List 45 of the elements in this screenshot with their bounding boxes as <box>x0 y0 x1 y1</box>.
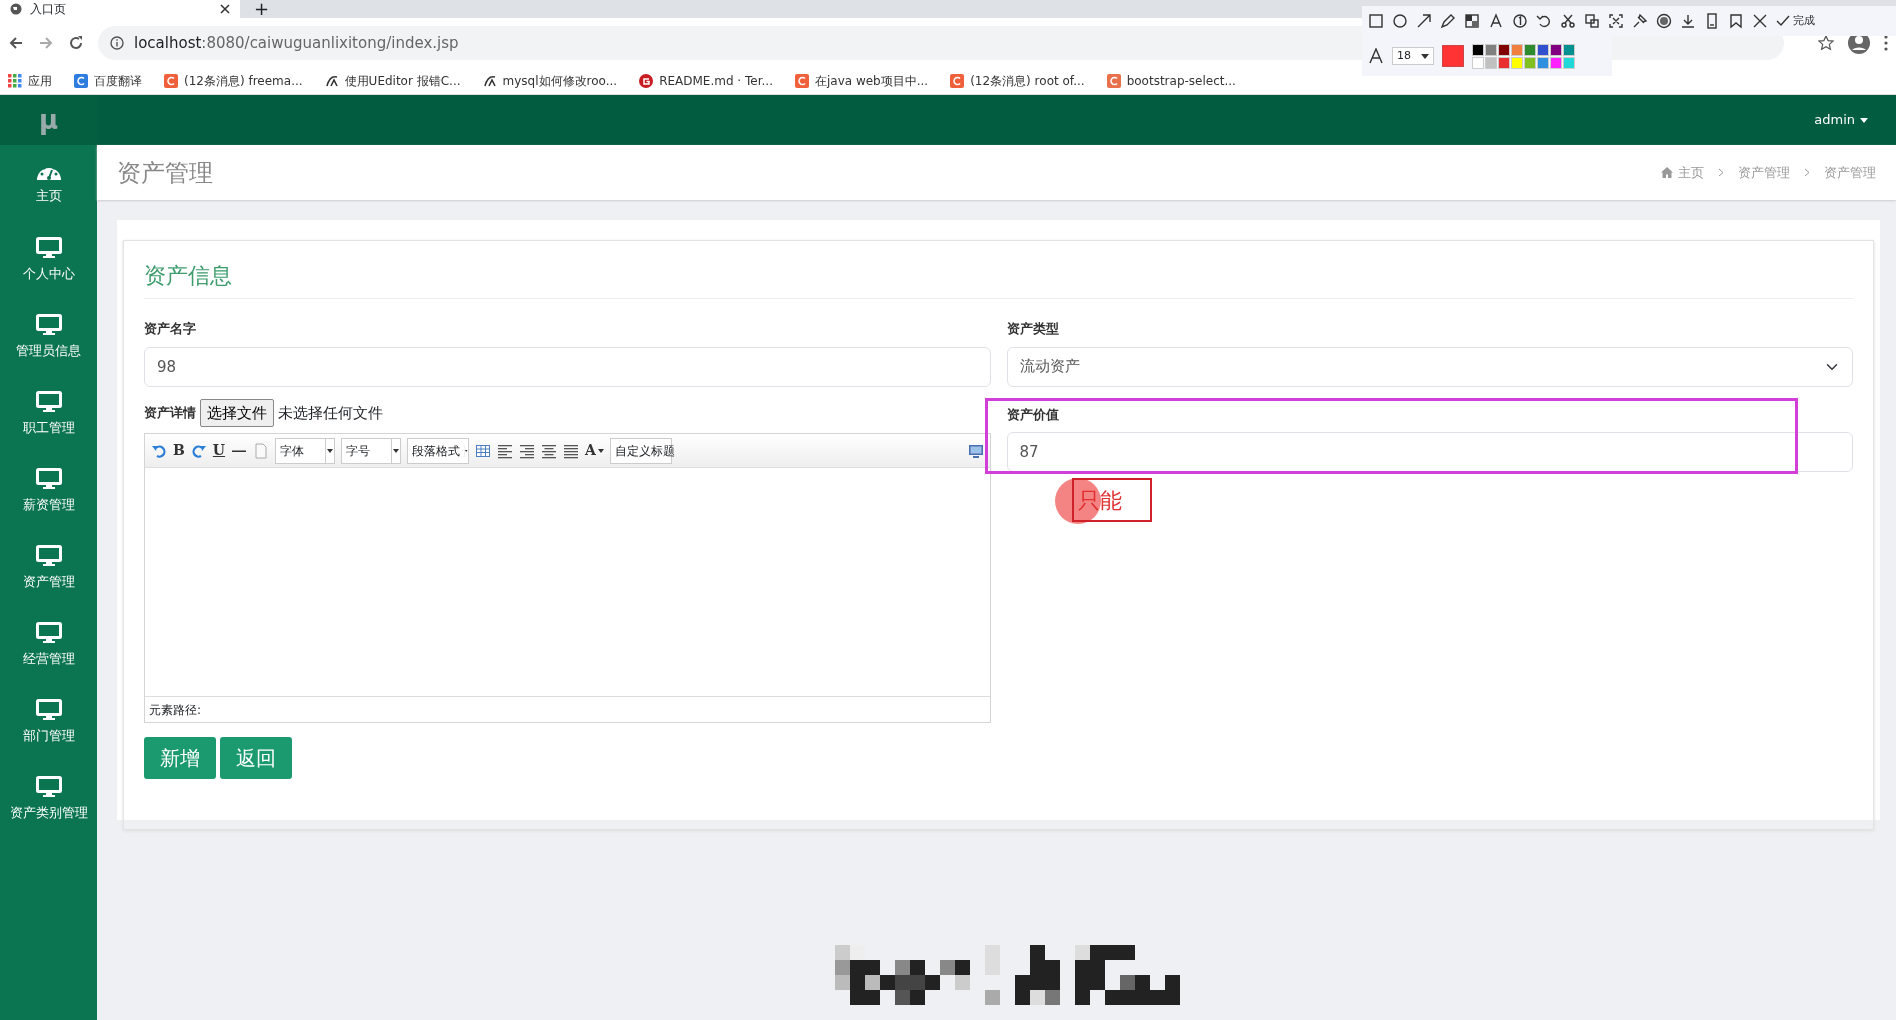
field-label: 资产详情 <box>144 404 196 422</box>
section-title: 资产信息 <box>144 251 1853 299</box>
input-field[interactable]: 87 <box>1006 432 1853 472</box>
font-size-dropdown[interactable]: 18 <box>1392 46 1434 66</box>
sidebar-item[interactable]: 个人中心 <box>0 222 97 299</box>
brand-logo: μ <box>38 103 59 137</box>
choose-file-button[interactable]: 选择文件 <box>200 398 274 427</box>
new-tab-button[interactable]: + <box>240 0 284 18</box>
bookmark[interactable]: mysql如何修改roo... <box>482 72 618 90</box>
format-button[interactable]: B <box>173 440 185 461</box>
sidebar-item[interactable]: 经营管理 <box>0 607 97 684</box>
sidebar-item[interactable]: 薪资管理 <box>0 453 97 530</box>
annotation-text: 只能 <box>1072 478 1152 522</box>
sidebar-item[interactable]: 部门管理 <box>0 684 97 761</box>
field-label: 资产类型 <box>1006 320 1060 338</box>
editor-dropdown[interactable]: 段落格式 <box>407 437 470 464</box>
form-button[interactable]: 新增 <box>144 737 216 779</box>
bookmark[interactable]: bootstrap-select... <box>1106 72 1236 90</box>
bookmark[interactable]: (12条消息) root of... <box>950 72 1085 90</box>
bookmark[interactable]: (12条消息) freema... <box>164 72 303 90</box>
user-menu[interactable]: admin <box>1814 110 1868 130</box>
sidebar-item[interactable]: 管理员信息 <box>0 299 97 376</box>
editor-dropdown[interactable]: 字号 <box>341 437 402 464</box>
browser-tab[interactable]: 入口页 <box>0 0 240 18</box>
editor-dropdown[interactable]: 自定义标题 <box>609 437 672 464</box>
field-label: 资产价值 <box>1006 405 1060 424</box>
format-button[interactable]: A <box>585 440 604 461</box>
sidebar-item[interactable]: 主页 <box>0 145 97 222</box>
sidebar-item[interactable]: 职工管理 <box>0 376 97 453</box>
bookmark[interactable]: README.md · Ter... <box>639 72 773 90</box>
form-button[interactable]: 返回 <box>220 737 292 779</box>
file-status: 未选择任何文件 <box>278 402 383 424</box>
bookmark[interactable]: 使用UEditor 报错C... <box>324 72 461 90</box>
field-label: 资产名字 <box>144 320 197 338</box>
page-title: 资产管理 <box>117 157 213 189</box>
sidebar-item[interactable]: 资产管理 <box>0 530 97 607</box>
input-field[interactable]: 98 <box>144 346 991 387</box>
editor-dropdown[interactable]: 字体 <box>275 437 336 464</box>
select-field[interactable]: 流动资产 <box>1006 346 1853 387</box>
sidebar-item[interactable]: 资产类别管理 <box>0 761 97 838</box>
format-button[interactable]: U <box>212 440 226 461</box>
bookmark[interactable]: 应用 <box>8 72 52 90</box>
bookmark[interactable]: 在java web项目中... <box>794 72 929 90</box>
bookmark[interactable]: 百度翻译 <box>74 72 142 90</box>
element-path-label: 元素路径: <box>149 701 202 719</box>
